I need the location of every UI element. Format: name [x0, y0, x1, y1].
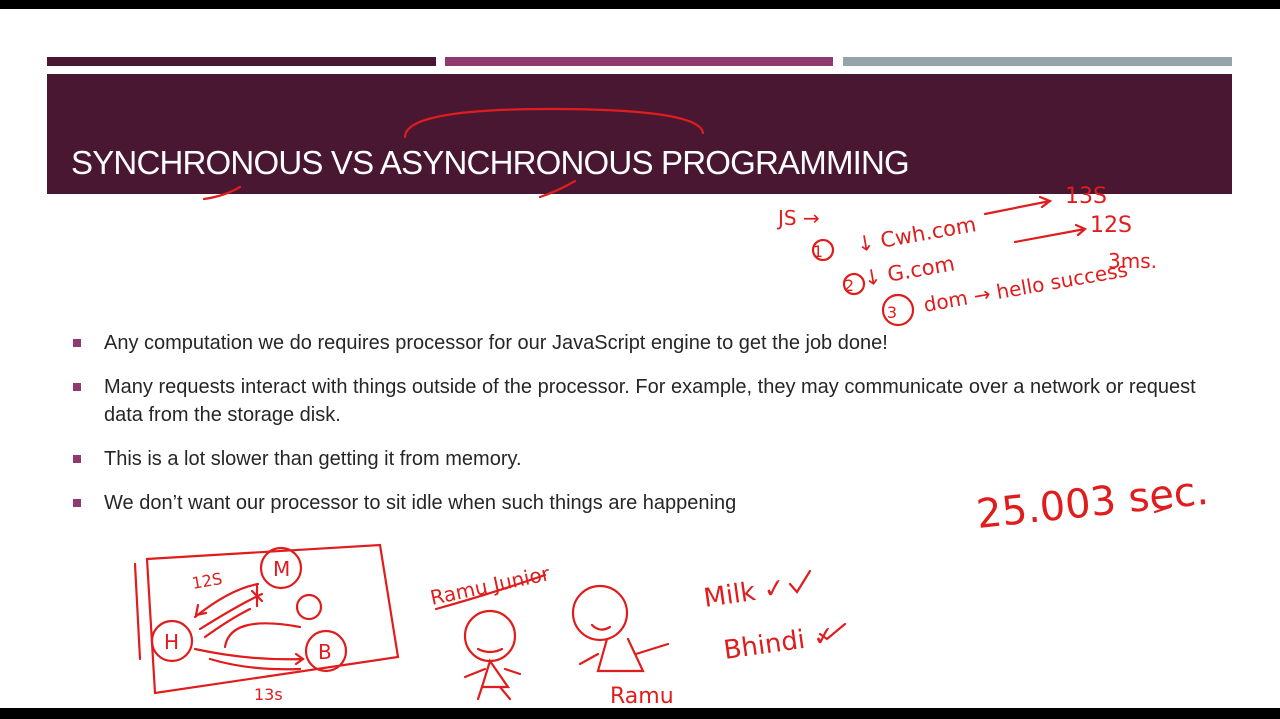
presentation-slide: SYNCHRONOUS VS ASYNCHRONOUS PROGRAMMING … — [0, 9, 1280, 708]
ink-arrow — [983, 195, 1053, 216]
ink-arrow — [193, 582, 260, 619]
ink-label-time: 13s — [254, 685, 283, 704]
bullet-list: Any computation we do requires processor… — [70, 329, 1220, 533]
ink-underline — [434, 573, 547, 611]
ink-num: 2 — [844, 276, 854, 295]
ink-smile — [476, 647, 504, 654]
accent-bar-dark — [47, 57, 436, 66]
ink-stroke — [208, 657, 302, 671]
ink-diagram-box — [145, 543, 400, 695]
ink-label-time: 12S — [190, 569, 223, 593]
bullet-item: We don’t want our processor to sit idle … — [70, 489, 1220, 517]
ink-milk: Milk ✓ — [702, 573, 787, 614]
ink-js-label: JS → — [776, 206, 820, 230]
ink-arrow — [1013, 223, 1088, 244]
accent-bar-grey — [843, 57, 1232, 66]
ink-list-result: 12S — [1090, 213, 1132, 238]
ink-arms — [463, 667, 522, 679]
ink-cross — [250, 584, 264, 608]
accent-bar-magenta — [445, 57, 833, 66]
ink-body — [480, 658, 511, 689]
ink-smile — [590, 623, 612, 631]
ink-arrow — [193, 647, 305, 666]
ink-stroke — [223, 622, 302, 649]
ink-arms — [578, 642, 670, 666]
title-band: SYNCHRONOUS VS ASYNCHRONOUS PROGRAMMING — [47, 74, 1232, 194]
ink-num: 3 — [887, 303, 897, 322]
ink-head — [463, 609, 517, 663]
bullet-text: Any computation we do requires processor… — [104, 332, 888, 354]
ink-check — [818, 622, 847, 641]
ink-legs — [476, 685, 512, 701]
ink-label-b: B — [318, 640, 332, 664]
ink-circle — [811, 238, 835, 262]
bullet-item: Many requests interact with things outsi… — [70, 373, 1220, 429]
slide-title: SYNCHRONOUS VS ASYNCHRONOUS PROGRAMMING — [71, 144, 910, 181]
bullet-item: Any computation we do requires processor… — [70, 329, 1220, 357]
ink-stroke — [203, 607, 252, 639]
ink-list-result: 3ms. — [1108, 249, 1157, 273]
ink-circle-h — [150, 619, 194, 663]
bullet-item: This is a lot slower than getting it fro… — [70, 445, 1220, 473]
ink-check — [788, 569, 812, 594]
ink-circle — [842, 272, 866, 296]
ink-list-item: ↓ G.com — [862, 251, 957, 291]
ink-label-m: M — [273, 557, 290, 581]
bullet-text: Many requests interact with things outsi… — [104, 376, 1196, 426]
ink-num: 1 — [813, 242, 823, 261]
bullet-marker-icon — [73, 499, 81, 507]
ink-list-item: ↓ Cwh.com — [855, 212, 978, 257]
ink-circle — [881, 293, 915, 327]
ink-stroke — [198, 592, 264, 631]
ink-stroke — [133, 562, 142, 661]
ink-circle-m — [259, 546, 303, 590]
ink-body — [596, 637, 645, 673]
ink-bhindi: Bhindi ✓ — [722, 621, 837, 666]
bullet-marker-icon — [73, 455, 81, 463]
ink-list-item: dom → hello success — [922, 257, 1130, 317]
ink-ramu: Ramu — [610, 684, 674, 708]
bullet-text: We don’t want our processor to sit idle … — [104, 492, 737, 514]
bullet-marker-icon — [73, 383, 81, 391]
ink-head — [571, 584, 629, 642]
ink-ramu-junior: Ramu Junior — [428, 561, 553, 610]
ink-circle-small — [295, 593, 323, 621]
ink-circle-b — [304, 629, 348, 673]
ink-label-h: H — [164, 630, 179, 654]
bullet-marker-icon — [73, 339, 81, 347]
bullet-text: This is a lot slower than getting it fro… — [104, 448, 522, 470]
